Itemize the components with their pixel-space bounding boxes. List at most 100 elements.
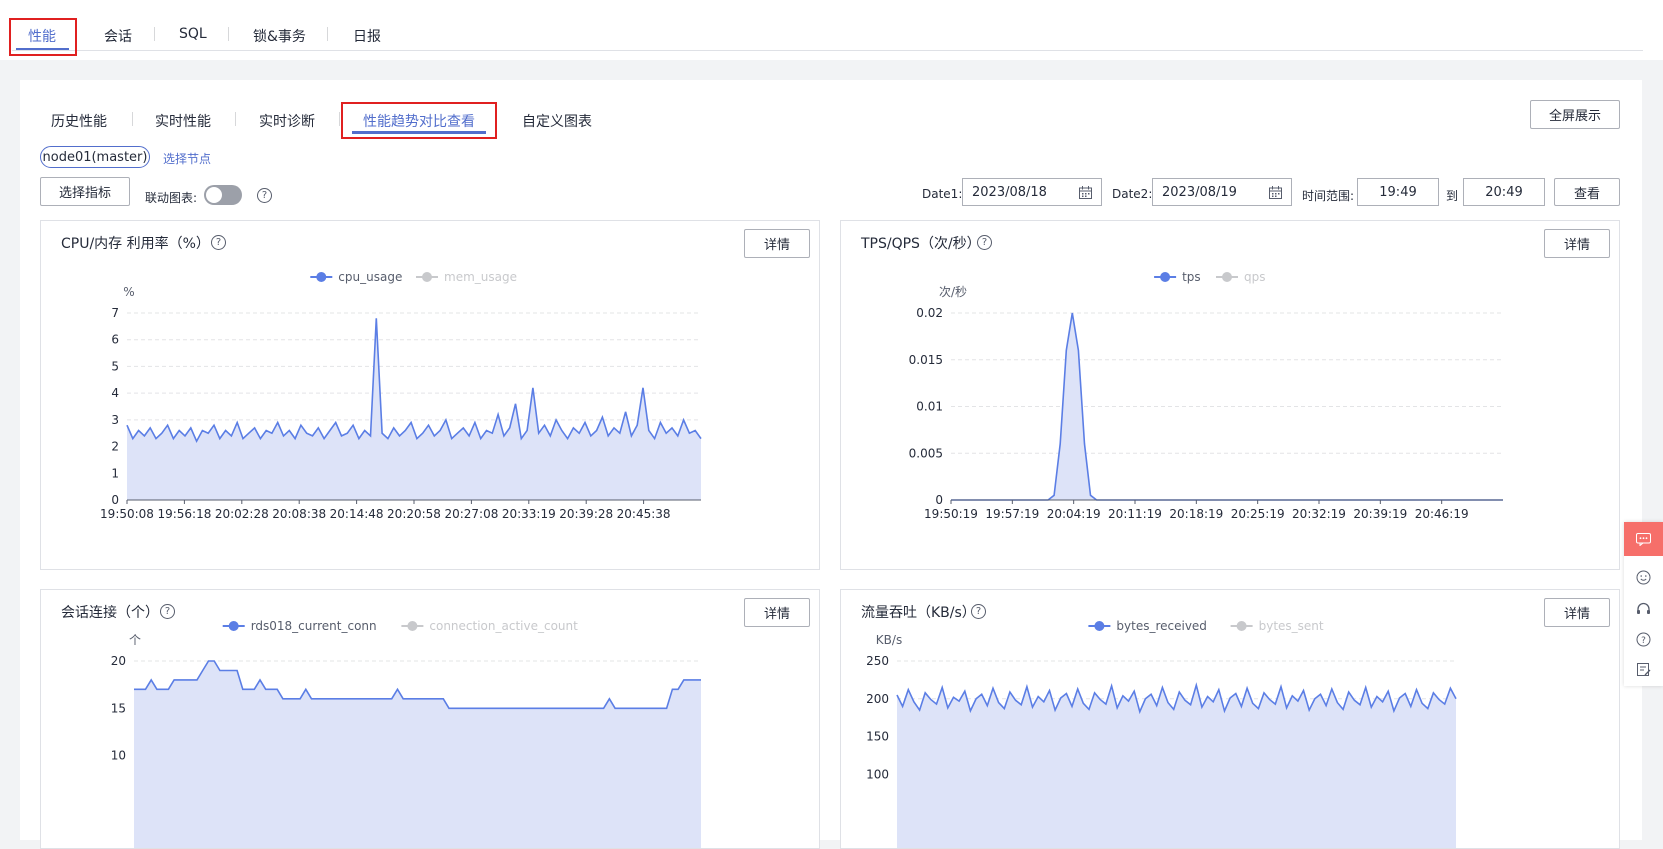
top-tab-sql[interactable]: SQL [179, 26, 207, 42]
sessions-chart: rds018_current_conn connection_active_cou… [111, 619, 701, 848]
date2-input[interactable]: 2023/08/19 [1152, 178, 1292, 206]
sub-tab-diagnosis[interactable]: 实时诊断 [259, 111, 315, 131]
linked-chart-label: 联动图表: [145, 191, 198, 205]
date2-value: 2023/08/19 [1162, 184, 1237, 200]
y-tick-label: 1 [111, 466, 119, 480]
throughput-chart: bytes_received bytes_sent KB/s 100 150 200 250 [866, 619, 1457, 848]
y-tick-label: 4 [111, 386, 119, 400]
x-tick-label: 20:08:38 [272, 507, 326, 521]
legend-marker [1094, 621, 1105, 631]
x-tick-label: 20:46:19 [1415, 507, 1469, 521]
y-tick-label: 0.01 [916, 400, 943, 414]
help-icon[interactable]: ? [257, 188, 272, 203]
y-tick-label: 0 [111, 493, 119, 507]
y-tick-label: 250 [866, 654, 889, 668]
y-tick-label: 200 [866, 692, 889, 706]
y-tick-label: 150 [866, 730, 889, 744]
y-tick-label: 15 [111, 701, 126, 715]
x-tick-label: 20:04:19 [1047, 507, 1101, 521]
divider [228, 27, 229, 41]
select-node-link[interactable]: 选择节点 [163, 150, 211, 167]
date1-label: Date1: [922, 187, 963, 201]
smile-icon[interactable] [1636, 570, 1651, 585]
x-tick-label: 20:20:58 [387, 507, 441, 521]
legend-label-cpu_usage: cpu_usage [338, 270, 402, 284]
x-tick-label: 20:33:19 [502, 507, 556, 521]
calendar-icon [1079, 186, 1092, 199]
x-tick-label: 20:27:08 [444, 507, 498, 521]
cpu-mem-chart: cpu_usage mem_usage% 0 1 2 3 4 5 6 7 19:50:08 19:56… [100, 270, 702, 521]
toggle-knob [206, 187, 222, 203]
y-tick-label: 5 [111, 359, 119, 373]
x-tick-label: 19:56:18 [157, 507, 211, 521]
message-icon [1636, 532, 1651, 546]
y-tick-label: 7 [111, 306, 119, 320]
legend-label-tps: tps [1182, 270, 1201, 284]
legend-label-qps: qps [1244, 270, 1266, 284]
to-label: 到 [1446, 189, 1459, 203]
x-tick-label: 20:45:38 [617, 507, 671, 521]
date1-input[interactable]: 2023/08/18 [962, 178, 1102, 206]
y-tick-label: 3 [111, 413, 119, 427]
highlight-box [341, 102, 497, 139]
y-axis-unit: % [123, 285, 134, 299]
series-line-cpu_usage [126, 318, 702, 444]
time-to-input[interactable]: 20:49 [1463, 178, 1545, 206]
x-tick-label: 20:39:19 [1353, 507, 1407, 521]
headset-icon[interactable] [1636, 602, 1651, 617]
calendar-icon [1269, 186, 1282, 199]
y-axis-unit: KB/s [876, 633, 902, 647]
top-tab-locks[interactable]: 锁&事务 [253, 26, 306, 46]
sub-tab-history[interactable]: 历史性能 [51, 111, 107, 131]
divider [12, 50, 1643, 51]
x-tick-label: 19:50:19 [924, 507, 978, 521]
y-tick-label: 0.015 [909, 353, 943, 367]
divider [154, 27, 155, 41]
x-tick-label: 20:11:19 [1108, 507, 1162, 521]
feedback-button[interactable] [1624, 522, 1663, 556]
linked-chart-toggle[interactable] [204, 185, 242, 205]
legend-marker [228, 621, 239, 631]
legend-label-bytes_received: bytes_received [1116, 619, 1207, 633]
legend-marker [407, 621, 418, 631]
chart-card-tps-qps: TPS/QPS（次/秒） ? 详情 tps qps 次/秒 0 0.005 0.01 0.0… [840, 220, 1620, 570]
legend-label-bytes_sent: bytes_sent [1259, 619, 1324, 633]
divider [132, 112, 133, 126]
sub-tab-realtime[interactable]: 实时性能 [155, 111, 211, 131]
svg-text:?: ? [1641, 636, 1646, 646]
x-tick-label: 20:32:19 [1292, 507, 1346, 521]
query-button[interactable]: 查看 [1554, 178, 1620, 206]
top-tab-sessions[interactable]: 会话 [104, 26, 132, 46]
x-tick-label: 20:25:19 [1231, 507, 1285, 521]
legend-label-connection_active_count: connection_active_count [429, 619, 578, 633]
sub-tab-custom-chart[interactable]: 自定义图表 [522, 111, 592, 131]
divider [339, 112, 340, 126]
node-tag[interactable]: node01(master) [40, 146, 150, 168]
edit-note-icon[interactable] [1636, 662, 1651, 677]
top-tab-daily-report[interactable]: 日报 [353, 26, 381, 46]
y-tick-label: 20 [111, 654, 126, 668]
chart-card-cpu-mem: CPU/内存 利用率（%） ? 详情 cpu_usage mem_usage% 0 1… [40, 220, 820, 570]
date2-label: Date2: [1112, 187, 1153, 201]
legend-marker [1222, 272, 1232, 282]
y-tick-label: 0 [935, 493, 943, 507]
y-tick-label: 10 [111, 749, 126, 763]
top-nav: 性能 会话 SQL 锁&事务 日报 [0, 0, 1663, 60]
date1-value: 2023/08/18 [972, 184, 1047, 200]
x-tick-label: 20:14:48 [330, 507, 384, 521]
divider [235, 112, 236, 126]
legend-marker [1236, 621, 1247, 631]
y-axis-unit: 个 [129, 633, 141, 647]
series-area-rds018_current_conn [134, 661, 701, 848]
floating-toolbar: ? [1624, 522, 1663, 686]
help-circle-icon[interactable]: ? [1636, 632, 1651, 647]
fullscreen-button[interactable]: 全屏展示 [1530, 100, 1620, 129]
highlight-box [9, 18, 77, 56]
x-tick-label: 20:02:28 [215, 507, 269, 521]
y-tick-label: 100 [866, 767, 889, 781]
time-from-input[interactable]: 19:49 [1357, 178, 1439, 206]
select-metric-button[interactable]: 选择指标 [40, 177, 130, 206]
y-tick-label: 0.02 [916, 306, 943, 320]
legend-label-mem_usage: mem_usage [444, 270, 517, 284]
y-axis-unit: 次/秒 [939, 285, 967, 299]
